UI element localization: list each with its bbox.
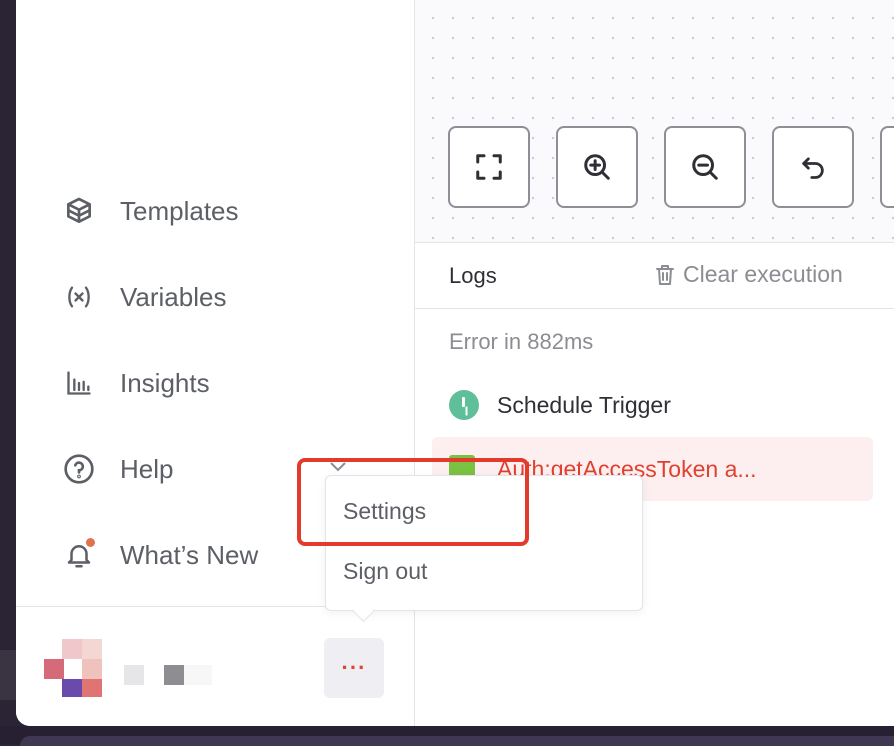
log-entry-label: Schedule Trigger (497, 391, 671, 418)
clear-execution-button[interactable]: Clear execution (653, 261, 843, 288)
fit-view-button[interactable] (448, 126, 530, 208)
logs-title: Logs (449, 263, 497, 288)
undo-icon (802, 157, 824, 179)
clock-icon (449, 390, 479, 420)
sidebar: Templates Variables Insights Help What’s… (16, 0, 415, 726)
box-icon (62, 194, 96, 228)
sidebar-item-label: What’s New (120, 539, 259, 570)
sidebar-item-label: Templates (120, 195, 239, 226)
sidebar-item-label: Help (120, 453, 174, 484)
menu-item-settings[interactable]: Settings (343, 498, 426, 525)
zoom-out-icon (692, 154, 718, 180)
undo-button[interactable] (772, 126, 854, 208)
sidebar-item-variables[interactable]: Variables (62, 277, 226, 317)
sidebar-item-templates[interactable]: Templates (62, 191, 239, 231)
canvas-control-button[interactable] (880, 126, 894, 208)
sidebar-item-label: Insights (120, 367, 210, 398)
background-window-edge (0, 650, 16, 700)
notification-dot (86, 538, 95, 547)
fit-view-icon (476, 154, 502, 180)
sidebar-item-help[interactable]: Help (62, 449, 173, 489)
sidebar-footer: ··· (16, 606, 414, 726)
execution-status: Error in 882ms (449, 329, 594, 354)
zoom-in-button[interactable] (556, 126, 638, 208)
logs-header: Logs Clear execution (415, 243, 894, 309)
avatar[interactable] (44, 639, 214, 699)
user-menu-dropdown: Settings Sign out (325, 475, 643, 611)
zoom-in-icon (584, 154, 610, 180)
sidebar-item-label: Variables (120, 281, 227, 312)
help-circle-icon (62, 452, 96, 486)
sidebar-item-whats-new[interactable]: What’s New (62, 535, 258, 575)
sidebar-item-insights[interactable]: Insights (62, 363, 210, 403)
chevron-down-icon (330, 462, 346, 472)
bar-chart-icon (62, 366, 96, 400)
app-window: Templates Variables Insights Help What’s… (16, 0, 894, 726)
workflow-canvas[interactable] (415, 0, 894, 243)
log-entry[interactable]: Schedule Trigger (449, 390, 671, 420)
variable-icon (62, 280, 96, 314)
zoom-out-button[interactable] (664, 126, 746, 208)
dock-strip (0, 726, 894, 746)
menu-item-sign-out[interactable]: Sign out (343, 558, 427, 585)
clear-execution-label: Clear execution (683, 261, 843, 287)
bell-icon (62, 538, 96, 572)
more-options-button[interactable]: ··· (324, 638, 384, 698)
trash-icon (656, 264, 674, 285)
